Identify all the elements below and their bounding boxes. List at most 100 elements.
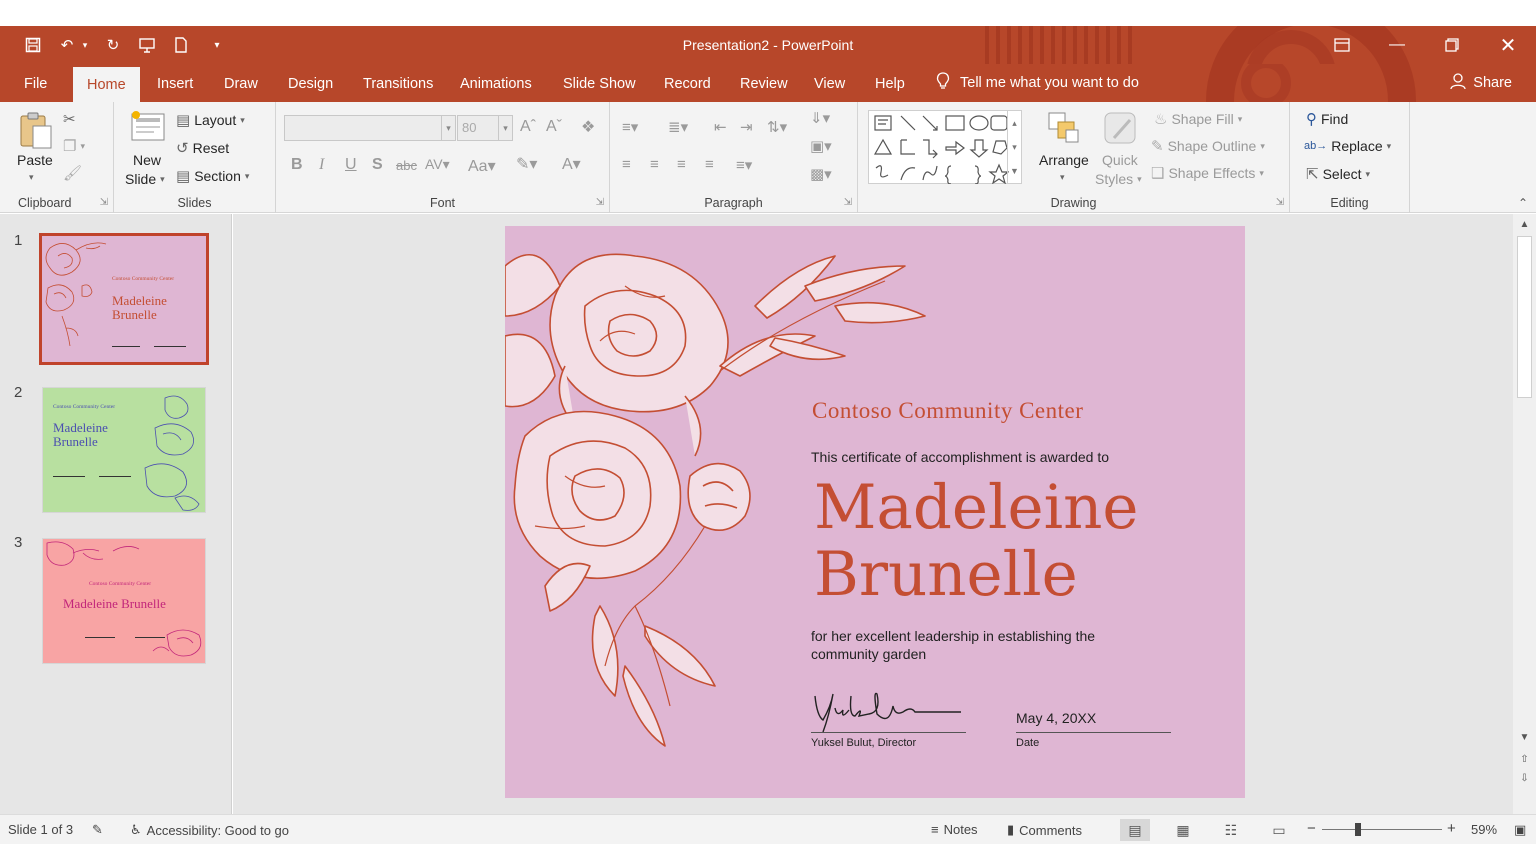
reading-view-icon[interactable]: ☷ xyxy=(1216,819,1246,841)
shape-effects-button[interactable]: ❑ Shape Effects ▾ xyxy=(1151,164,1264,182)
tab-draw[interactable]: Draw xyxy=(210,64,272,102)
tab-insert[interactable]: Insert xyxy=(143,64,207,102)
ribbon-display-icon[interactable] xyxy=(1318,26,1366,64)
text-direction-icon[interactable]: ⇓▾ xyxy=(810,109,830,127)
restore-icon[interactable] xyxy=(1428,26,1476,64)
spell-check-icon[interactable]: ✎ xyxy=(92,822,103,838)
bullets-icon[interactable]: ≡▾ xyxy=(622,118,638,136)
customize-icon[interactable]: ▾ xyxy=(206,35,228,55)
zoom-level[interactable]: 59% xyxy=(1471,822,1497,837)
zoom-in-icon[interactable]: + xyxy=(1447,820,1456,837)
shape-outline-button[interactable]: ✎ Shape Outline ▾ xyxy=(1151,137,1265,155)
normal-view-icon[interactable]: ▤ xyxy=(1120,819,1150,841)
tab-animations[interactable]: Animations xyxy=(446,64,546,102)
certificate-award-line[interactable]: This certificate of accomplishment is aw… xyxy=(811,449,1109,465)
arrange-icon[interactable] xyxy=(1046,110,1082,149)
quick-styles-button[interactable]: Quick xyxy=(1102,152,1138,168)
next-slide-icon[interactable]: ⇩ xyxy=(1517,771,1532,786)
save-icon[interactable] xyxy=(22,35,44,55)
quick-styles-label[interactable]: Styles ▾ xyxy=(1095,171,1142,187)
collapse-ribbon-icon[interactable]: ⌃ xyxy=(1518,196,1528,210)
undo-dropdown-icon[interactable]: ▾ xyxy=(80,35,90,55)
character-spacing-icon[interactable]: AV▾ xyxy=(425,156,450,173)
minimize-icon[interactable]: — xyxy=(1373,26,1421,64)
gallery-scroll[interactable]: ▴ ▾ ▼ xyxy=(1007,111,1021,183)
paste-button[interactable]: Paste xyxy=(17,152,53,168)
tab-review[interactable]: Review xyxy=(726,64,802,102)
strikethrough-icon[interactable]: abc xyxy=(396,158,417,173)
zoom-slider[interactable] xyxy=(1322,829,1442,830)
increase-indent-icon[interactable]: ⇥ xyxy=(740,118,753,136)
columns-icon[interactable]: ≡▾ xyxy=(736,156,752,174)
tab-file[interactable]: File xyxy=(10,64,61,102)
cut-icon[interactable]: ✂ xyxy=(63,110,76,128)
select-button[interactable]: ⇱ Select ▾ xyxy=(1306,165,1370,183)
tab-help[interactable]: Help xyxy=(861,64,919,102)
undo-icon[interactable]: ↶ xyxy=(56,35,78,55)
tab-design[interactable]: Design xyxy=(274,64,347,102)
tab-transitions[interactable]: Transitions xyxy=(349,64,447,102)
zoom-slider-thumb[interactable] xyxy=(1355,823,1361,836)
tab-slide-show[interactable]: Slide Show xyxy=(549,64,650,102)
bold-icon[interactable]: B xyxy=(291,156,303,174)
quick-styles-icon[interactable] xyxy=(1102,110,1138,149)
new-slide-icon[interactable] xyxy=(130,110,166,147)
highlight-icon[interactable]: ✎▾ xyxy=(516,154,537,174)
new-file-icon[interactable] xyxy=(170,35,192,55)
font-color-icon[interactable]: A▾ xyxy=(562,154,581,174)
drawing-launcher-icon[interactable]: ⇲ xyxy=(1276,197,1284,208)
format-painter-icon[interactable]: 🖌 xyxy=(63,164,82,182)
previous-slide-icon[interactable]: ⇧ xyxy=(1517,752,1532,767)
tab-home[interactable]: Home xyxy=(73,67,140,102)
shapes-gallery[interactable]: ▴ ▾ ▼ xyxy=(868,110,1022,184)
current-slide[interactable]: Contoso Community Center This certificat… xyxy=(505,226,1245,798)
scroll-up-icon[interactable]: ▲ xyxy=(1517,217,1532,232)
date-label[interactable]: Date xyxy=(1016,737,1039,749)
align-left-icon[interactable]: ≡ xyxy=(622,156,631,173)
slide-show-icon[interactable]: ▭ xyxy=(1264,819,1294,841)
paste-dropdown-icon[interactable]: ▾ xyxy=(29,172,34,183)
slide-sorter-icon[interactable]: ▦ xyxy=(1168,819,1198,841)
section-button[interactable]: ▤ Section ▾ xyxy=(176,167,249,185)
fit-to-window-icon[interactable]: ▣ xyxy=(1514,822,1526,838)
certificate-organization[interactable]: Contoso Community Center xyxy=(812,398,1083,424)
replace-button[interactable]: ab→ Replace ▾ xyxy=(1304,138,1391,154)
close-icon[interactable]: ✕ xyxy=(1484,26,1532,64)
slide-thumbnail-1[interactable]: Contoso Community Center Madeleine Brune… xyxy=(39,233,209,365)
smartart-icon[interactable]: ▩▾ xyxy=(810,165,832,183)
layout-button[interactable]: ▤ Layout ▾ xyxy=(176,111,245,129)
decrease-indent-icon[interactable]: ⇤ xyxy=(714,118,727,136)
redo-icon[interactable]: ↻ xyxy=(102,35,124,55)
certificate-recipient[interactable]: Madeleine Brunelle xyxy=(814,474,1138,608)
new-slide-button[interactable]: New xyxy=(133,152,161,168)
slide-thumbnail-3[interactable]: Contoso Community Center Madeleine Brune… xyxy=(42,538,206,664)
clipboard-launcher-icon[interactable]: ⇲ xyxy=(100,197,108,208)
certificate-date[interactable]: May 4, 20XX xyxy=(1016,710,1096,726)
slide-thumbnail-2[interactable]: Contoso Community Center Madeleine Brune… xyxy=(42,387,206,513)
underline-icon[interactable]: U xyxy=(345,156,357,174)
grow-font-icon[interactable]: Aˆ xyxy=(520,118,536,136)
signer-name[interactable]: Yuksel Bulut, Director xyxy=(811,737,916,749)
clear-formatting-icon[interactable]: ❖ xyxy=(581,117,595,137)
new-slide-label[interactable]: Slide ▾ xyxy=(125,171,165,187)
tell-me-search[interactable]: Tell me what you want to do xyxy=(936,64,1139,102)
font-launcher-icon[interactable]: ⇲ xyxy=(596,197,604,208)
italic-icon[interactable]: I xyxy=(319,156,324,174)
line-spacing-icon[interactable]: ⇅▾ xyxy=(767,118,787,136)
tab-record[interactable]: Record xyxy=(650,64,725,102)
scrollbar-thumb[interactable] xyxy=(1517,236,1532,398)
shrink-font-icon[interactable]: Aˇ xyxy=(546,118,562,136)
shadow-icon[interactable]: S xyxy=(372,156,383,174)
tab-view[interactable]: View xyxy=(800,64,859,102)
present-icon[interactable] xyxy=(136,35,158,55)
chevron-down-icon[interactable]: ▾ xyxy=(441,116,455,140)
certificate-reason[interactable]: for her excellent leadership in establis… xyxy=(811,627,1131,663)
notes-button[interactable]: ≡ Notes xyxy=(931,822,978,837)
arrange-button[interactable]: Arrange xyxy=(1039,152,1089,168)
font-size-combo[interactable]: 80 ▾ xyxy=(457,115,513,141)
share-button[interactable]: Share xyxy=(1449,64,1512,102)
comments-button[interactable]: ▮ Comments xyxy=(1007,822,1082,838)
align-right-icon[interactable]: ≡ xyxy=(677,156,686,173)
zoom-out-icon[interactable]: − xyxy=(1307,820,1316,837)
font-name-combo[interactable]: ▾ xyxy=(284,115,456,141)
